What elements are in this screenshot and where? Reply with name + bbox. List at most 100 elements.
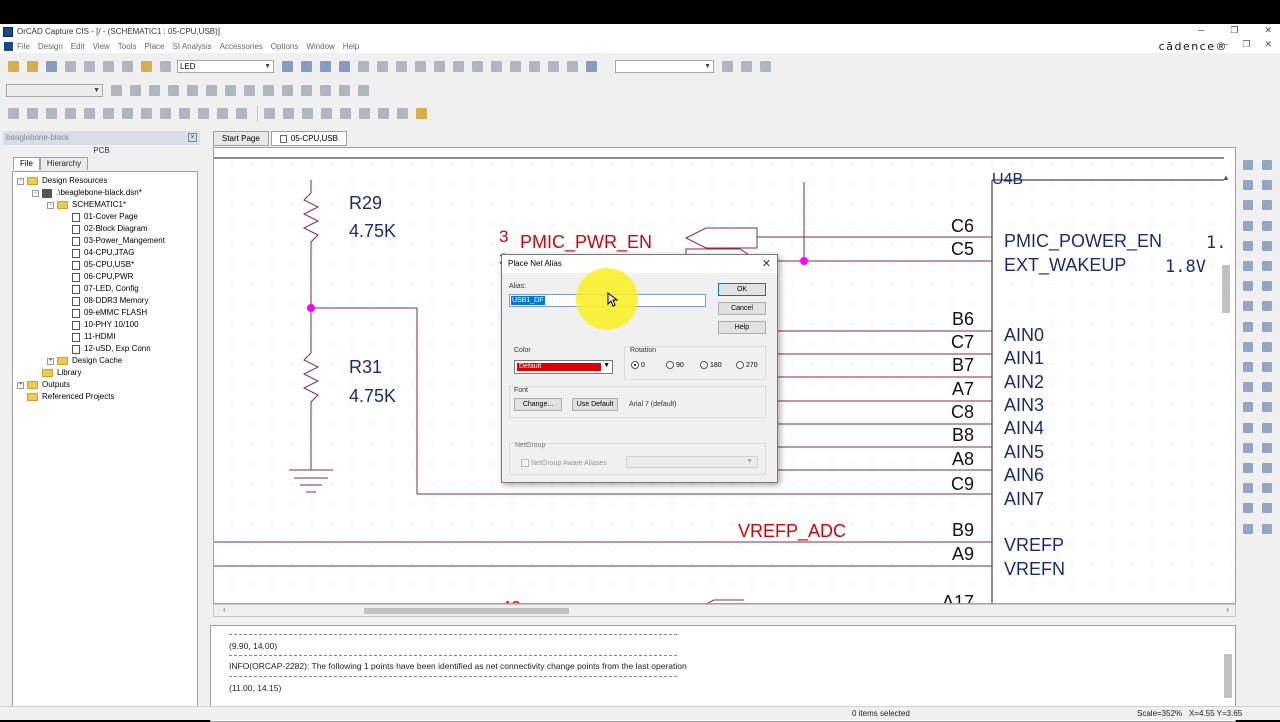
close-icon[interactable]: × [188,133,197,142]
tree-item[interactable]: 01-Cover Page [13,211,197,223]
distribute-h-icon[interactable] [376,106,391,121]
netgroup-aware-checkbox[interactable] [521,459,529,467]
draw-tool-icon[interactable] [1261,442,1274,455]
tree-item[interactable]: Referenced Projects [13,391,197,403]
menu-item-view[interactable]: View [93,42,110,51]
collapse-icon[interactable]: - [47,201,54,209]
tree-item[interactable]: 05-CPU,USB* [13,259,197,271]
toolbar-icon-1[interactable] [109,83,124,98]
help-button[interactable]: Help [718,321,766,334]
draw-tool-icon[interactable] [1261,220,1274,233]
tab-05-cpu-usb[interactable]: 05-CPU,USB [270,131,347,146]
scroll-up-icon[interactable]: ▲ [1222,173,1230,182]
help-icon[interactable] [584,59,599,74]
tree-item[interactable]: - SCHEMATIC1* [13,199,197,211]
toolbar-icon-a2[interactable] [25,106,40,121]
zoom-in-icon[interactable] [280,59,295,74]
scroll-right-icon[interactable]: › [1226,605,1229,614]
nav-forward-icon[interactable] [758,59,773,74]
minimize-icon[interactable]: ─ [1198,25,1204,36]
toolbar-icon-5[interactable] [185,83,200,98]
zoom-area-icon[interactable] [318,59,333,74]
toolbar-icon-a3[interactable] [44,106,59,121]
drc-icon[interactable] [413,59,428,74]
toolbar-icon-a8[interactable] [139,106,154,121]
align-top-icon[interactable] [319,106,334,121]
schematic-vertical-scrollbar[interactable]: ▲ [1221,173,1231,601]
new-icon[interactable] [6,59,21,74]
draw-tool-icon[interactable] [1242,442,1255,455]
toolbar-icon-a5[interactable] [82,106,97,121]
toolbar-icon-12[interactable] [318,83,333,98]
draw-tool-icon[interactable] [1261,199,1274,212]
draw-tool-icon[interactable] [1261,482,1274,495]
draw-tool-icon[interactable] [1242,361,1255,374]
draw-tool-icon[interactable] [1242,240,1255,253]
open-icon[interactable] [25,59,40,74]
annotate-icon[interactable] [375,59,390,74]
align-right-icon[interactable] [300,106,315,121]
draw-tool-icon[interactable] [1261,179,1274,192]
tree-item[interactable]: 02-Block Diagram [13,223,197,235]
tree-item[interactable]: + Outputs [13,379,197,391]
scroll-thumb[interactable] [1224,654,1232,698]
drag-icon[interactable] [527,59,542,74]
rotation-270-radio[interactable]: 270 [736,361,758,369]
draw-tool-icon[interactable] [1242,422,1255,435]
use-default-font-button[interactable]: Use Default [572,398,618,411]
draw-tool-icon[interactable] [1261,240,1274,253]
bom-icon[interactable] [470,59,485,74]
draw-tool-icon[interactable] [1242,159,1255,172]
zoom-all-icon[interactable] [337,59,352,74]
align-middle-icon[interactable] [338,106,353,121]
draw-tool-icon[interactable] [1261,260,1274,273]
tree-item[interactable]: 08-DDR3 Memory [13,295,197,307]
tree-item[interactable]: 10-PHY 10/100 [13,319,197,331]
draw-tool-icon[interactable] [1242,482,1255,495]
cancel-button[interactable]: Cancel [718,302,766,315]
toolbar-icon-11[interactable] [299,83,314,98]
tree-item[interactable]: 12-uSD, Exp Conn [13,343,197,355]
toolbar-icon-4[interactable] [166,83,181,98]
resistor-r31-symbol[interactable] [302,338,320,418]
draw-tool-icon[interactable] [1242,300,1255,313]
redo-icon[interactable] [158,59,173,74]
draw-tool-icon[interactable] [1242,341,1255,354]
crossref-icon[interactable] [451,59,466,74]
expand-icon[interactable]: + [17,381,24,389]
binoculars-icon[interactable] [720,59,735,74]
draw-tool-icon[interactable] [1242,280,1255,293]
change-font-button[interactable]: Change... [514,398,562,411]
copy-icon[interactable] [101,59,116,74]
toolbar-icon-a12[interactable] [215,106,230,121]
rotation-90-radio[interactable]: 90 [666,361,684,369]
back-annotate-icon[interactable] [394,59,409,74]
toolbar-icon-a1[interactable] [6,106,21,121]
tree-item[interactable]: 09-eMMC FLASH [13,307,197,319]
draw-tool-icon[interactable] [1261,523,1274,536]
toolbar-icon-2[interactable] [128,83,143,98]
toolbar-icon-a11[interactable] [196,106,211,121]
toolbar-icon-a10[interactable] [177,106,192,121]
toolbar-icon-a13[interactable] [234,106,249,121]
menu-item-accessories[interactable]: Accessories [220,42,263,51]
tree-item[interactable]: - Design Resources [13,175,197,187]
tree-item[interactable]: Library [13,367,197,379]
toolbar-icon-a9[interactable] [158,106,173,121]
draw-tool-icon[interactable] [1261,502,1274,515]
toolbar-combo-disabled[interactable]: ▼ [6,83,103,97]
menu-item-design[interactable]: Design [38,42,63,51]
paste-icon[interactable] [120,59,135,74]
menu-item-help[interactable]: Help [343,42,359,51]
netlist-icon[interactable] [432,59,447,74]
tree-item[interactable]: + Design Cache [13,355,197,367]
draw-tool-icon[interactable] [1261,422,1274,435]
menu-item-options[interactable]: Options [271,42,299,51]
schematic-horizontal-scrollbar[interactable]: ‹ › [213,604,1236,617]
nav-back-icon[interactable] [739,59,754,74]
netgroup-select[interactable]: ▼ [626,456,758,468]
draw-tool-icon[interactable] [1242,401,1255,414]
draw-tool-icon[interactable] [1261,280,1274,293]
align-bottom-icon[interactable] [357,106,372,121]
tree-item[interactable]: 07-LED, Config [13,283,197,295]
